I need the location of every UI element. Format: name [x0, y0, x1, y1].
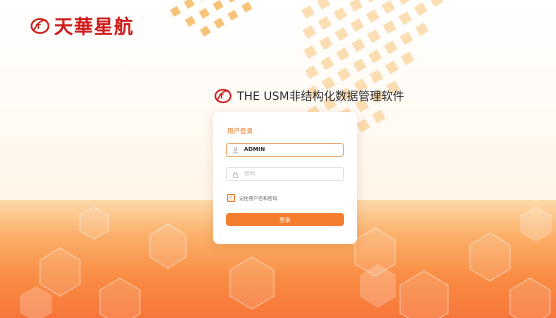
svg-text:T: T: [219, 94, 224, 101]
app-title: T THE USM非结构化数据管理软件: [214, 87, 404, 105]
remember-label: 记住用户名和密码: [239, 196, 278, 202]
login-card: 用户登录 ✓ 记住用户名和密码 登录: [213, 112, 357, 244]
brand-logo: T 天華星航: [30, 12, 134, 39]
check-icon: ✓: [228, 194, 234, 201]
username-input[interactable]: [244, 147, 339, 153]
username-field[interactable]: [226, 143, 344, 157]
app-title-text: THE USM非结构化数据管理软件: [237, 89, 405, 103]
remember-me[interactable]: ✓ 记住用户名和密码: [227, 194, 277, 202]
brand-logo-icon: T: [30, 17, 50, 34]
password-input[interactable]: [244, 171, 339, 177]
login-page: T 天華星航 T THE USM非结构化数据管理软件 用户登录 ADMIN ✓ …: [0, 0, 556, 318]
login-button[interactable]: 登录: [226, 213, 344, 226]
title-logo-icon: T: [214, 88, 232, 104]
password-field[interactable]: [226, 167, 344, 181]
user-icon: [232, 147, 239, 154]
lock-icon: [232, 171, 239, 178]
svg-text:T: T: [36, 23, 41, 31]
remember-checkbox[interactable]: ✓: [227, 194, 235, 202]
login-heading: 用户登录: [227, 127, 253, 135]
brand-name: 天華星航: [54, 16, 135, 38]
